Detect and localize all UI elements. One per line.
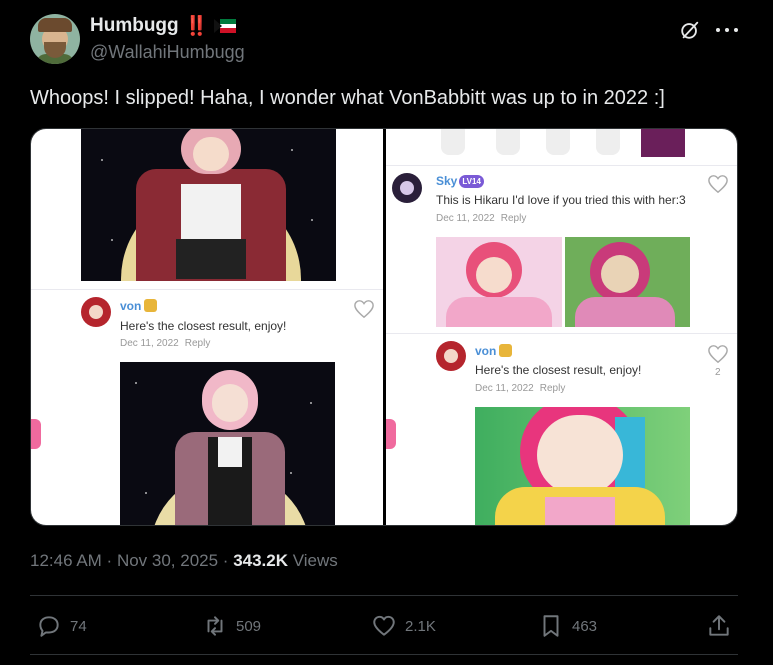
comment-divider [31,289,383,290]
comment-author-name[interactable]: von [475,344,513,358]
bookmark-icon [543,615,559,637]
commenter-avatar[interactable] [392,173,422,203]
like-count: 2.1K [405,617,436,635]
level-badge: LV14 [459,175,484,188]
double-exclamation-emoji: ‼️ [184,16,209,37]
comment-meta: Dec 11, 2022 Reply [475,383,565,394]
tweet-media[interactable]: von Here's the closest result, enjoy! De… [30,128,738,526]
reply-link[interactable]: Reply [185,338,211,349]
side-tab-left[interactable] [31,419,41,449]
heart-icon[interactable] [353,299,375,319]
comment-author-name[interactable]: von [120,299,158,313]
share-icon [709,615,729,636]
reply-icon [39,616,59,637]
comment-date: Dec 11, 2022 [120,338,179,349]
anime-art-top-left [81,129,336,281]
share-button[interactable] [706,613,732,639]
bookmark-button[interactable]: 463 [538,613,597,639]
commenter-avatar[interactable] [81,297,111,327]
commenter-avatar[interactable] [436,341,466,371]
post-time[interactable]: 12:46 AM [30,551,102,570]
reference-image-2 [565,237,690,327]
like-button[interactable]: 2.1K [371,613,436,639]
comment-meta: Dec 11, 2022 Reply [120,338,210,349]
character-sheet-strip [436,129,691,157]
badge-icon [144,299,158,312]
comment-divider [386,333,737,334]
views-count: 343.2K [233,551,289,570]
reply-button[interactable]: 74 [36,613,87,639]
media-image-left[interactable]: von Here's the closest result, enjoy! De… [31,129,383,525]
heart-icon [373,615,395,636]
divider-bottom [30,654,738,655]
comment-meta: Dec 11, 2022 Reply [436,213,526,224]
reply-count: 74 [70,617,87,635]
tweet-meta: 12:46 AM · Nov 30, 2025 · 343.2K Views [30,551,338,570]
comment-text: Here's the closest result, enjoy! [475,363,642,377]
heart-icon[interactable] [707,344,729,364]
reply-link[interactable]: Reply [540,383,566,394]
bookmark-count: 463 [572,617,598,635]
badge-icon [499,344,513,357]
comment-divider [386,165,737,166]
comment-text: This is Hikaru I'd love if you tried thi… [436,193,686,207]
reference-image-1 [436,237,562,327]
reply-link[interactable]: Reply [501,213,527,224]
tweet-text: Whoops! I slipped! Haha, I wonder what V… [30,87,665,109]
comment-like-count: 2 [715,367,721,378]
divider-top [30,595,738,596]
comment-date: Dec 11, 2022 [436,213,495,224]
media-image-right[interactable]: Sky LV14 This is Hikaru I'd love if you t… [386,129,737,525]
author-name-row[interactable]: Humbugg ‼️ [90,14,237,38]
anime-art-bottom-right [475,407,690,525]
author-avatar[interactable] [30,14,80,64]
comment-text: Here's the closest result, enjoy! [120,319,287,333]
comment-date: Dec 11, 2022 [475,383,534,394]
repost-icon [207,616,223,636]
side-tab-right[interactable] [386,419,396,449]
tweet: Humbugg ‼️ @WallahiHumbugg Whoops! I sli… [0,0,773,665]
post-date[interactable]: Nov 30, 2025 [117,551,218,570]
author-handle[interactable]: @WallahiHumbugg [90,42,245,63]
grok-icon[interactable] [679,19,701,41]
author-display-name[interactable]: Humbugg [90,15,179,37]
views-label: Views [288,551,338,570]
repost-button[interactable]: 509 [202,613,261,639]
anime-art-bottom-left [120,362,335,525]
repost-count: 509 [236,617,262,635]
kuwait-flag-icon [214,19,237,33]
more-icon[interactable] [716,21,738,39]
avatar-hat-shape [38,18,72,32]
comment-author-name[interactable]: Sky LV14 [436,174,484,188]
heart-icon[interactable] [707,174,729,194]
